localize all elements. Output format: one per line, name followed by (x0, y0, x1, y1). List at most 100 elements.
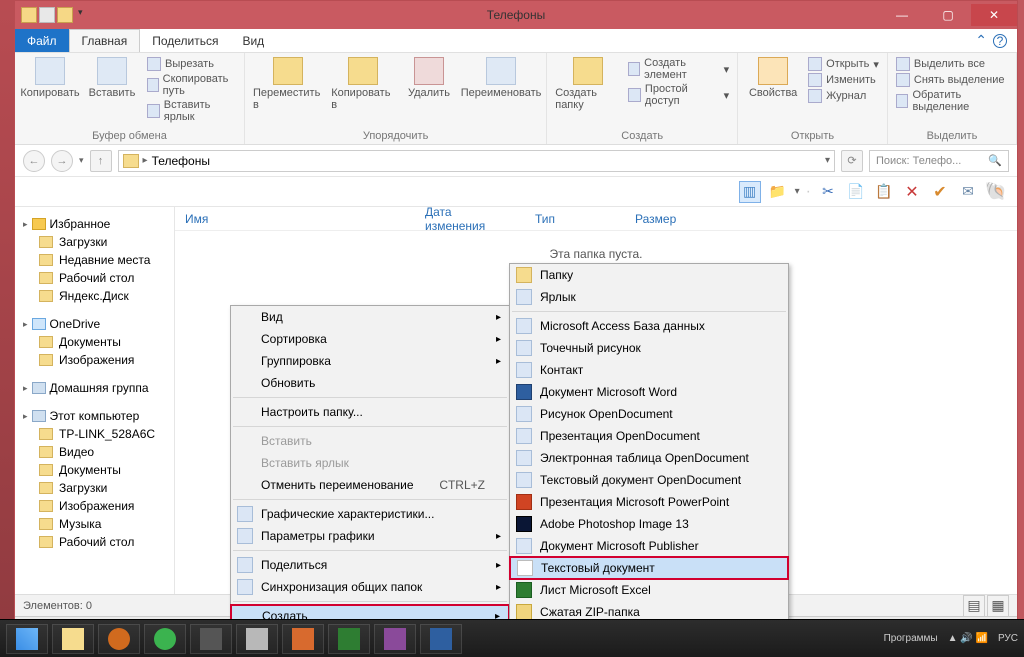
context-menu-item[interactable]: Презентация Microsoft PowerPoint (510, 491, 788, 513)
tray-icons[interactable]: ▲ 🔊 📶 (948, 633, 988, 644)
sidebar-item[interactable]: Рабочий стол (15, 533, 174, 551)
sidebar-group-head[interactable]: ▸Этот компьютер (15, 407, 174, 425)
paste-shortcut-button[interactable]: Вставить ярлык (147, 99, 236, 123)
task-excel[interactable] (328, 624, 370, 654)
start-button[interactable] (6, 624, 48, 654)
ribbon-help[interactable]: ⌃? (975, 29, 1017, 52)
context-menu-item[interactable]: Сортировка (231, 328, 509, 350)
context-menu-item[interactable]: Текстовый документ OpenDocument (510, 469, 788, 491)
folder-icon[interactable] (21, 7, 37, 23)
context-menu-item[interactable]: Лист Microsoft Excel (510, 579, 788, 601)
tab-home[interactable]: Главная (69, 29, 141, 52)
qa-icon[interactable] (57, 7, 73, 23)
qa-icon[interactable] (39, 7, 55, 23)
new-item-button[interactable]: Создать элемент ▾ (628, 57, 729, 81)
sidebar-group-head[interactable]: ▸OneDrive (15, 315, 174, 333)
col-date[interactable]: Дата изменения (415, 207, 525, 233)
cut-button[interactable]: Вырезать (147, 57, 236, 71)
recent-dropdown-icon[interactable]: ▾ (79, 155, 84, 166)
taskbar[interactable]: Программы ▲ 🔊 📶 РУС (0, 619, 1024, 657)
task-word[interactable] (420, 624, 462, 654)
edit-button[interactable]: Изменить (808, 73, 879, 87)
context-menu-item[interactable]: Контакт (510, 359, 788, 381)
breadcrumb-segment[interactable]: Телефоны (152, 154, 210, 168)
sidebar-item[interactable]: Документы (15, 461, 174, 479)
context-menu-item[interactable]: Графические характеристики... (231, 503, 509, 525)
select-none-button[interactable]: Снять выделение (896, 73, 1008, 87)
sidebar-item[interactable]: Изображения (15, 497, 174, 515)
context-menu-item[interactable]: Параметры графики (231, 525, 509, 547)
check-icon[interactable]: ✔ (929, 181, 951, 203)
organize-button[interactable]: 📁 (767, 181, 789, 203)
sidebar-item[interactable]: Загрузки (15, 479, 174, 497)
context-menu-item[interactable]: Документ Microsoft Publisher (510, 535, 788, 557)
forward-button[interactable]: → (51, 150, 73, 172)
tray-language[interactable]: РУС (998, 633, 1018, 644)
close-button[interactable]: ✕ (971, 4, 1017, 26)
sidebar-item[interactable]: Документы (15, 333, 174, 351)
view-icons-button[interactable]: ▦ (987, 595, 1009, 617)
qa-dropdown-icon[interactable]: ▾ (75, 7, 86, 23)
rename-button[interactable]: Переименовать (464, 57, 538, 99)
context-menu-item[interactable]: Точечный рисунок (510, 337, 788, 359)
copy-path-button[interactable]: Скопировать путь (147, 73, 236, 97)
context-menu-item[interactable]: Группировка (231, 350, 509, 372)
col-type[interactable]: Тип (525, 212, 625, 226)
context-menu-item[interactable]: Отменить переименованиеCTRL+Z (231, 474, 509, 496)
open-button[interactable]: Открыть ▾ (808, 57, 879, 71)
sidebar-item[interactable]: Видео (15, 443, 174, 461)
task-app[interactable] (144, 624, 186, 654)
tab-view[interactable]: Вид (230, 29, 276, 52)
copy-button[interactable]: Копировать (23, 57, 77, 99)
task-app[interactable] (190, 624, 232, 654)
sidebar-item[interactable]: Недавние места (15, 251, 174, 269)
col-size[interactable]: Размер (625, 212, 686, 226)
sidebar-item[interactable]: Рабочий стол (15, 269, 174, 287)
context-menu-main[interactable]: ВидСортировкаГруппировкаОбновитьНастроит… (230, 305, 510, 657)
context-menu-item[interactable]: Adobe Photoshop Image 13 (510, 513, 788, 535)
cut-icon[interactable]: ✂ (817, 181, 839, 203)
context-menu-item[interactable]: Microsoft Access База данных (510, 315, 788, 337)
delete-icon[interactable]: ✕ (901, 181, 923, 203)
sidebar-group-head[interactable]: ▸Избранное (15, 215, 174, 233)
up-button[interactable]: ↑ (90, 150, 112, 172)
context-menu-item[interactable]: Вид (231, 306, 509, 328)
context-menu-item[interactable]: Электронная таблица OpenDocument (510, 447, 788, 469)
context-menu-item[interactable]: Поделиться (231, 554, 509, 576)
context-menu-item[interactable]: Презентация OpenDocument (510, 425, 788, 447)
sidebar-item[interactable]: Яндекс.Диск (15, 287, 174, 305)
tray-programs[interactable]: Программы (884, 633, 938, 644)
sidebar-group-head[interactable]: ▸Домашняя группа (15, 379, 174, 397)
delete-button[interactable]: Удалить (402, 57, 456, 99)
context-menu-item[interactable]: Синхронизация общих папок (231, 576, 509, 598)
sidebar-item[interactable]: Изображения (15, 351, 174, 369)
new-folder-button[interactable]: Создать папку (555, 57, 620, 111)
history-button[interactable]: Журнал (808, 89, 879, 103)
task-explorer[interactable] (52, 624, 94, 654)
paste-icon[interactable]: 📋 (873, 181, 895, 203)
mail-icon[interactable]: ✉ (957, 181, 979, 203)
task-firefox[interactable] (98, 624, 140, 654)
col-name[interactable]: Имя (175, 212, 415, 226)
context-menu-item[interactable]: Ярлык (510, 286, 788, 308)
titlebar[interactable]: ▾ Телефоны — ▢ ✕ (15, 1, 1017, 29)
back-button[interactable]: ← (23, 150, 45, 172)
context-menu-item[interactable]: Рисунок OpenDocument (510, 403, 788, 425)
context-menu-item[interactable]: Папку (510, 264, 788, 286)
context-menu-create-submenu[interactable]: ПапкуЯрлык Microsoft Access База данныхТо… (509, 263, 789, 624)
breadcrumb[interactable]: ▸ Телефоны ▾ (118, 150, 835, 172)
select-all-button[interactable]: Выделить все (896, 57, 1008, 71)
navigation-pane[interactable]: ▸ИзбранноеЗагрузкиНедавние местаРабочий … (15, 207, 175, 594)
sidebar-item[interactable]: Загрузки (15, 233, 174, 251)
task-app[interactable] (374, 624, 416, 654)
system-tray[interactable]: Программы ▲ 🔊 📶 РУС (884, 633, 1018, 644)
context-menu-item[interactable]: Настроить папку... (231, 401, 509, 423)
copy-to-button[interactable]: Копировать в (331, 57, 394, 111)
task-app[interactable] (282, 624, 324, 654)
properties-button[interactable]: Свойства (746, 57, 800, 99)
minimize-button[interactable]: — (879, 4, 925, 26)
move-to-button[interactable]: Переместить в (253, 57, 323, 111)
view-details-button[interactable]: ▤ (963, 595, 985, 617)
invert-selection-button[interactable]: Обратить выделение (896, 89, 1008, 113)
paste-button[interactable]: Вставить (85, 57, 139, 99)
